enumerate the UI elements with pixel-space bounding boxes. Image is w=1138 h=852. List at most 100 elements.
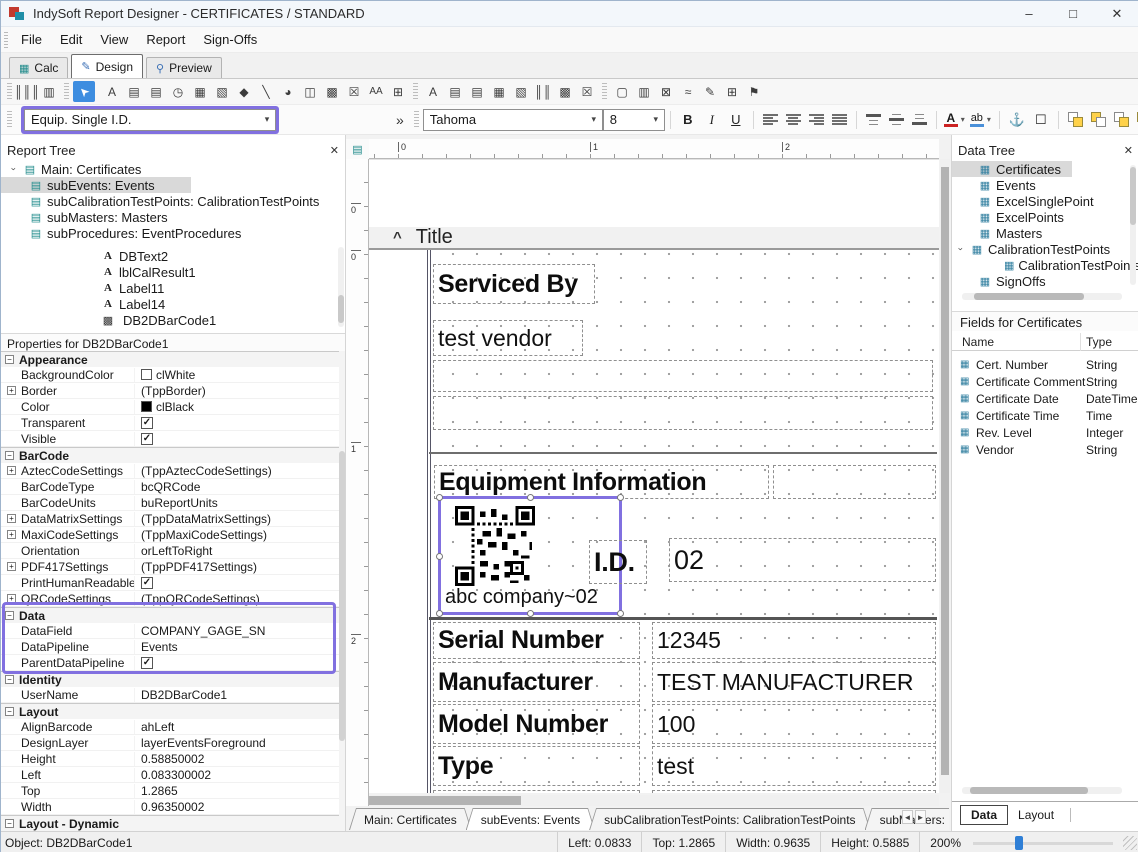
align-left-icon[interactable] xyxy=(763,113,778,126)
serial-number-label[interactable]: Serial Number xyxy=(433,622,640,659)
system-variable-icon[interactable]: ◷ xyxy=(167,81,189,102)
paintbrush-icon[interactable]: ✎ xyxy=(699,81,721,102)
chevron-down-icon[interactable]: ▾ xyxy=(987,115,991,124)
highlight-color-button[interactable]: ab xyxy=(970,113,984,127)
font-color-button[interactable]: A xyxy=(944,113,958,127)
property-row[interactable]: Height0.58850002 xyxy=(1,751,339,767)
maximize-button[interactable]: □ xyxy=(1051,1,1095,27)
pagebreak-icon[interactable]: ≈ xyxy=(677,81,699,102)
bold-button[interactable]: B xyxy=(676,109,700,130)
section-layout[interactable]: − Layout xyxy=(1,703,339,719)
collapse-icon[interactable]: − xyxy=(5,611,14,620)
resize-handle[interactable] xyxy=(617,494,624,501)
zoom-slider-thumb[interactable] xyxy=(1015,836,1023,850)
expand-icon[interactable]: + xyxy=(7,466,16,475)
db2dbarcode-icon[interactable]: ▩ xyxy=(554,81,576,102)
data-tree-calibrationtestpoints-child[interactable]: ▦ CalibrationTestPoints xyxy=(952,257,1138,273)
tabs-scroll-left-icon[interactable]: ◄ xyxy=(902,810,913,824)
close-icon[interactable]: ✕ xyxy=(1124,144,1133,157)
collapse-icon[interactable]: − xyxy=(5,451,14,460)
collapse-icon[interactable]: − xyxy=(5,675,14,684)
vendor-dbtext[interactable]: test vendor xyxy=(433,320,583,356)
barcode-icon[interactable]: ║║║ xyxy=(16,81,38,102)
chevron-down-icon[interactable]: ▾ xyxy=(961,115,965,124)
chevron-down-icon[interactable]: ▾ xyxy=(259,114,275,125)
grid-icon[interactable]: ⊞ xyxy=(721,81,743,102)
minimize-button[interactable]: – xyxy=(1007,1,1051,27)
manufacturer-value[interactable]: TEST MANUFACTURER xyxy=(652,662,936,702)
menu-file[interactable]: File xyxy=(12,32,51,47)
underline-button[interactable]: U xyxy=(724,109,748,130)
expand-icon[interactable]: + xyxy=(7,386,16,395)
field-row[interactable]: ▦ Certificate DateDateTime xyxy=(952,391,1138,408)
field-row[interactable]: ▦ VendorString xyxy=(952,442,1138,459)
resize-handle[interactable] xyxy=(527,494,534,501)
tab-layout[interactable]: Layout xyxy=(1008,806,1064,824)
empty-field-box[interactable] xyxy=(433,396,933,430)
tree-item-label14[interactable]: A Label14 xyxy=(1,296,345,312)
collapse-icon[interactable]: − xyxy=(5,819,14,828)
table-icon[interactable]: ⊞ xyxy=(387,81,409,102)
empty-field-box[interactable] xyxy=(773,465,936,499)
canvas-horizontal-scrollbar[interactable] xyxy=(369,795,939,806)
collapse-band-icon[interactable]: ^ xyxy=(393,229,402,246)
dbmemo-icon[interactable]: ▤ xyxy=(444,81,466,102)
report-design-surface[interactable]: ^ Title Serviced By test vendor Equipmen… xyxy=(369,159,939,793)
collapse-icon[interactable]: − xyxy=(5,355,14,364)
data-tree-calibrationtestpoints[interactable]: › ▦ CalibrationTestPoints xyxy=(952,241,1138,257)
richtext-icon[interactable]: ▤ xyxy=(145,81,167,102)
property-row[interactable]: Visible✓ xyxy=(1,431,339,447)
data-tree-certificates[interactable]: ▦ Certificates xyxy=(952,161,1072,177)
dbrichtext-icon[interactable]: ▤ xyxy=(466,81,488,102)
property-row[interactable]: PrintHumanReadable✓ xyxy=(1,575,339,591)
tabs-scroll-right-icon[interactable]: ► xyxy=(915,810,926,824)
tab-subcalibrationtestpoints[interactable]: subCalibrationTestPoints: CalibrationTes… xyxy=(589,808,870,830)
move-forward-icon[interactable] xyxy=(1112,111,1131,129)
tree-item-lblcalresult1[interactable]: A lblCalResult1 xyxy=(1,264,345,280)
tab-design[interactable]: ✎ Design xyxy=(71,54,143,78)
menu-edit[interactable]: Edit xyxy=(51,32,91,47)
properties-scrollbar[interactable] xyxy=(339,351,345,831)
select-arrow-icon[interactable]: ➤ xyxy=(73,81,95,102)
send-to-back-icon[interactable] xyxy=(1089,111,1108,129)
property-row[interactable]: +PDF417Settings(TppPDF417Settings) xyxy=(1,559,339,575)
italic-button[interactable]: I xyxy=(700,109,724,130)
line-icon[interactable]: ╲ xyxy=(255,81,277,102)
data-tree-excelsinglepoint[interactable]: ▦ ExcelSinglePoint xyxy=(952,193,1138,209)
tree-item-submasters[interactable]: ▤ subMasters: Masters xyxy=(1,209,345,225)
crosstab-icon[interactable]: ⊠ xyxy=(655,81,677,102)
tree-item-subcalibrationtestpoints[interactable]: ▤ subCalibrationTestPoints: CalibrationT… xyxy=(1,193,345,209)
dbcalc-icon[interactable]: ▦ xyxy=(488,81,510,102)
model-number-value[interactable]: 100 xyxy=(652,704,936,744)
chevron-down-icon[interactable]: ▾ xyxy=(648,114,664,125)
id-value-dbtext[interactable]: 02 xyxy=(669,538,936,582)
manufacturer-label[interactable]: Manufacturer xyxy=(433,662,640,702)
label-icon[interactable]: A xyxy=(101,81,123,102)
section-data[interactable]: − Data xyxy=(1,607,339,623)
property-row[interactable]: Top1.2865 xyxy=(1,783,339,799)
expand-icon[interactable]: + xyxy=(7,514,16,523)
field-row[interactable]: ▦ Certificate TimeTime xyxy=(952,408,1138,425)
align-center-icon[interactable] xyxy=(786,113,801,126)
bring-to-front-icon[interactable] xyxy=(1066,111,1085,129)
expand-icon[interactable]: + xyxy=(7,562,16,571)
section-identity[interactable]: − Identity xyxy=(1,671,339,687)
valign-top-icon[interactable] xyxy=(866,113,881,126)
fields-hscrollbar[interactable] xyxy=(962,787,1122,794)
barcode-grid-icon[interactable]: ▥ xyxy=(38,81,60,102)
clipped-field-box[interactable] xyxy=(652,790,936,793)
data-tree-signoffs[interactable]: ▦ SignOffs xyxy=(952,273,1138,289)
property-row[interactable]: Transparent✓ xyxy=(1,415,339,431)
chevron-down-icon[interactable]: ▾ xyxy=(586,114,602,125)
align-right-icon[interactable] xyxy=(809,113,824,126)
data-tree-hscrollbar[interactable] xyxy=(962,293,1122,300)
valign-bottom-icon[interactable] xyxy=(912,113,927,126)
section-appearance[interactable]: − Appearance xyxy=(1,351,339,367)
resize-handle[interactable] xyxy=(436,610,443,617)
property-row[interactable]: UserNameDB2DBarCode1 xyxy=(1,687,339,703)
data-tree-masters[interactable]: ▦ Masters xyxy=(952,225,1138,241)
resize-handle[interactable] xyxy=(436,494,443,501)
dbimage-icon[interactable]: ▧ xyxy=(510,81,532,102)
resize-grip[interactable] xyxy=(1123,836,1137,850)
canvas-vertical-scrollbar[interactable] xyxy=(940,159,950,793)
